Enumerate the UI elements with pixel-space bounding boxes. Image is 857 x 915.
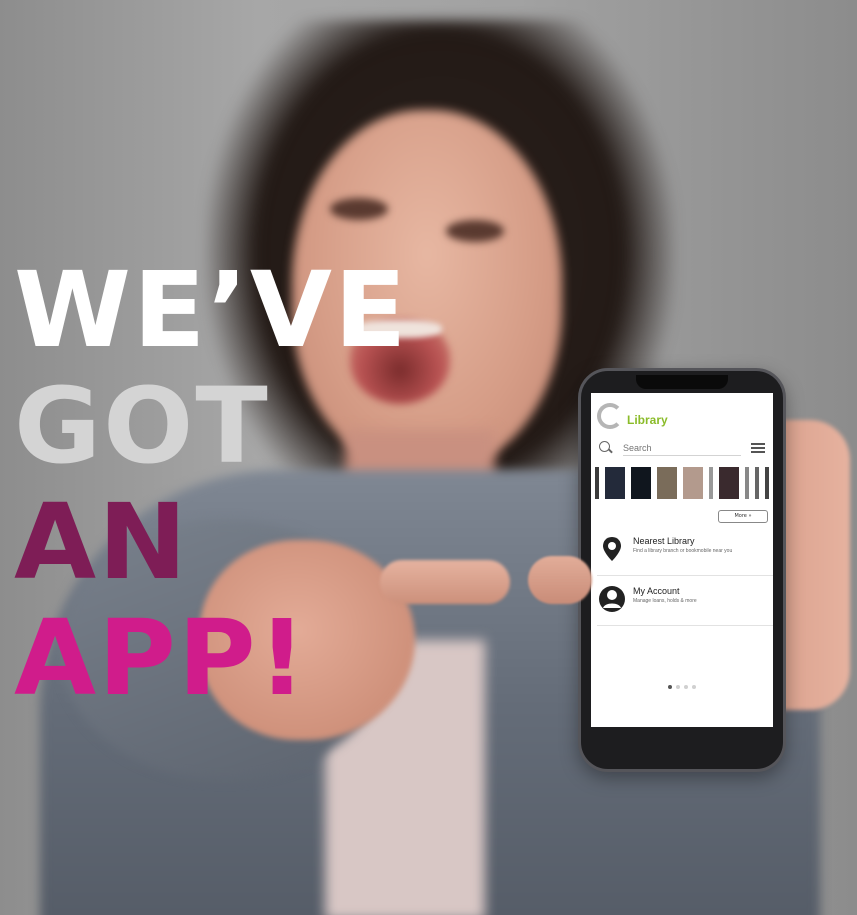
menu-item-title: Nearest Library xyxy=(633,536,695,546)
user-account-icon xyxy=(599,586,625,612)
phone-screen: Library More » Nearest L xyxy=(591,393,773,727)
smartphone: Library More » Nearest L xyxy=(578,368,786,772)
menu-item-my-account[interactable]: My Account Manage loans, holds & more xyxy=(597,580,773,626)
page-indicator[interactable] xyxy=(591,685,773,689)
menu-item-nearest-library[interactable]: Nearest Library Find a library branch or… xyxy=(597,530,773,576)
page-dot[interactable] xyxy=(692,685,696,689)
menu-item-subtitle: Find a library branch or bookmobile near… xyxy=(633,548,733,554)
book-carousel[interactable] xyxy=(591,467,773,501)
library-logo-icon xyxy=(597,403,623,429)
hamburger-menu-icon[interactable] xyxy=(751,443,765,453)
app-header: Library xyxy=(597,401,767,431)
book-cover[interactable] xyxy=(595,467,599,499)
thumb-on-phone xyxy=(528,556,592,604)
menu-item-title: My Account xyxy=(633,586,680,596)
page-dot-active[interactable] xyxy=(668,685,672,689)
headline-line-2: GOT xyxy=(14,365,270,487)
book-cover[interactable] xyxy=(631,467,651,499)
page-dot[interactable] xyxy=(676,685,680,689)
book-cover[interactable] xyxy=(719,467,739,499)
phone-notch xyxy=(636,375,728,389)
book-cover[interactable] xyxy=(605,467,625,499)
book-cover[interactable] xyxy=(683,467,703,499)
library-logo-word: Library xyxy=(627,413,668,427)
book-cover[interactable] xyxy=(745,467,749,499)
headline-line-4: APP! xyxy=(14,597,309,719)
more-button[interactable]: More » xyxy=(718,510,768,523)
woman-left-eye xyxy=(330,198,388,220)
book-cover[interactable] xyxy=(765,467,769,499)
menu-item-subtitle: Manage loans, holds & more xyxy=(633,598,697,604)
headline: WE’VE GOT AN APP! xyxy=(14,258,406,722)
book-cover[interactable] xyxy=(709,467,713,499)
headline-line-3: AN xyxy=(14,481,189,603)
headline-line-1: WE’VE xyxy=(14,249,409,371)
search-input[interactable] xyxy=(623,440,741,456)
page-dot[interactable] xyxy=(684,685,688,689)
woman-right-eye xyxy=(446,220,504,242)
search-row xyxy=(599,437,769,459)
search-icon[interactable] xyxy=(599,441,613,455)
book-cover[interactable] xyxy=(755,467,759,499)
location-pin-icon xyxy=(603,537,621,561)
book-cover[interactable] xyxy=(657,467,677,499)
